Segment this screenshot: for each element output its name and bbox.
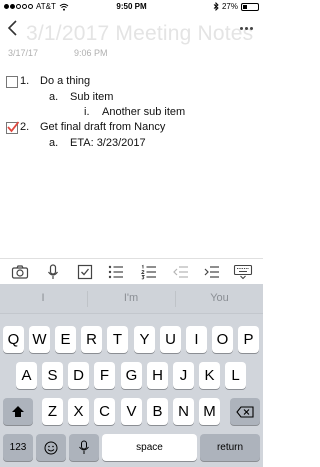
camera-button[interactable]	[11, 264, 29, 280]
prediction[interactable]: You	[176, 292, 263, 304]
checklist-button[interactable]	[76, 264, 94, 280]
key-k[interactable]: K	[199, 362, 220, 389]
shift-key[interactable]	[3, 398, 33, 425]
list-item[interactable]: Sub item	[70, 91, 113, 103]
list-marker: 1.	[20, 75, 30, 87]
note-time: 9:06 PM	[74, 48, 108, 58]
battery-icon	[241, 2, 259, 11]
bullet-list-icon	[108, 265, 123, 279]
back-button[interactable]	[6, 18, 20, 38]
key-c[interactable]: C	[94, 398, 115, 425]
backspace-icon	[236, 405, 254, 418]
list-item[interactable]: Another sub item	[102, 106, 185, 118]
list-item[interactable]: Do a thing	[40, 75, 90, 87]
more-dot	[239, 26, 243, 30]
checkbox-unchecked[interactable]	[6, 76, 18, 88]
list-marker: a.	[49, 137, 59, 149]
key-l[interactable]: L	[225, 362, 246, 389]
key-j[interactable]: J	[173, 362, 194, 389]
key-h[interactable]: H	[147, 362, 168, 389]
format-toolbar	[0, 258, 263, 284]
space-key[interactable]: space	[102, 434, 197, 461]
shift-icon	[12, 406, 24, 417]
key-u[interactable]: U	[160, 326, 181, 353]
list-marker: 2.	[20, 121, 30, 133]
numbered-list-button[interactable]	[140, 264, 158, 280]
key-o[interactable]: O	[212, 326, 233, 353]
prediction[interactable]: I'm	[88, 292, 174, 304]
key-f[interactable]: F	[94, 362, 115, 389]
key-r[interactable]: R	[81, 326, 102, 353]
list-marker: a.	[49, 91, 59, 103]
status-bar: AT&T 9:50 PM 27%	[0, 0, 263, 14]
key-w[interactable]: W	[29, 326, 50, 353]
status-right: 27%	[213, 2, 259, 11]
key-a[interactable]: A	[16, 362, 37, 389]
emoji-icon	[44, 441, 58, 454]
indent-button[interactable]	[203, 264, 221, 280]
checkbox-checked[interactable]	[6, 121, 20, 134]
list-item[interactable]: ETA: 3/23/2017	[70, 137, 146, 149]
key-d[interactable]: D	[68, 362, 89, 389]
battery-percent: 27%	[221, 2, 238, 11]
key-g[interactable]: G	[121, 362, 142, 389]
dictation-button[interactable]	[44, 264, 62, 280]
numbered-list-icon	[140, 264, 156, 280]
keyboard: I I'm You Q W E R T Y U I O P A S D F G …	[0, 284, 263, 467]
microphone-icon	[48, 264, 58, 279]
return-key[interactable]: return	[200, 434, 260, 461]
key-x[interactable]: X	[68, 398, 89, 425]
checkbox-icon	[77, 264, 93, 280]
outdent-icon	[173, 266, 188, 278]
key-z[interactable]: Z	[42, 398, 63, 425]
emoji-key[interactable]	[36, 434, 66, 461]
key-m[interactable]: M	[199, 398, 220, 425]
checkmark-icon	[7, 121, 20, 133]
key-t[interactable]: T	[107, 326, 128, 353]
chevron-left-icon	[7, 20, 17, 36]
list-item[interactable]: Get final draft from Nancy	[40, 121, 165, 133]
hide-keyboard-button[interactable]	[233, 264, 253, 280]
prediction[interactable]: I	[0, 292, 86, 304]
camera-icon	[11, 265, 29, 279]
more-dot	[244, 26, 248, 30]
note-title[interactable]: 3/1/2017 Meeting Notes	[26, 22, 253, 46]
key-p[interactable]: P	[238, 326, 259, 353]
list-marker: i.	[84, 106, 90, 118]
key-q[interactable]: Q	[3, 326, 24, 353]
key-v[interactable]: V	[121, 398, 142, 425]
more-dot	[249, 26, 253, 30]
predictive-bar: I I'm You	[0, 284, 263, 314]
outdent-button[interactable]	[172, 264, 190, 280]
key-e[interactable]: E	[55, 326, 76, 353]
backspace-key[interactable]	[230, 398, 260, 425]
more-options-button[interactable]	[237, 20, 255, 36]
numbers-key[interactable]: 123	[3, 434, 33, 461]
microphone-icon	[79, 440, 89, 454]
key-n[interactable]: N	[173, 398, 194, 425]
key-y[interactable]: Y	[134, 326, 155, 353]
keyboard-dismiss-icon	[233, 264, 253, 280]
bluetooth-icon	[213, 2, 219, 11]
note-date: 3/17/17	[8, 48, 39, 58]
nav-bar: 3/1/2017 Meeting Notes	[0, 14, 263, 46]
dictation-key[interactable]	[69, 434, 99, 461]
indent-icon	[204, 266, 219, 278]
key-b[interactable]: B	[147, 398, 168, 425]
key-s[interactable]: S	[42, 362, 63, 389]
key-i[interactable]: I	[186, 326, 207, 353]
bullet-list-button[interactable]	[107, 264, 125, 280]
